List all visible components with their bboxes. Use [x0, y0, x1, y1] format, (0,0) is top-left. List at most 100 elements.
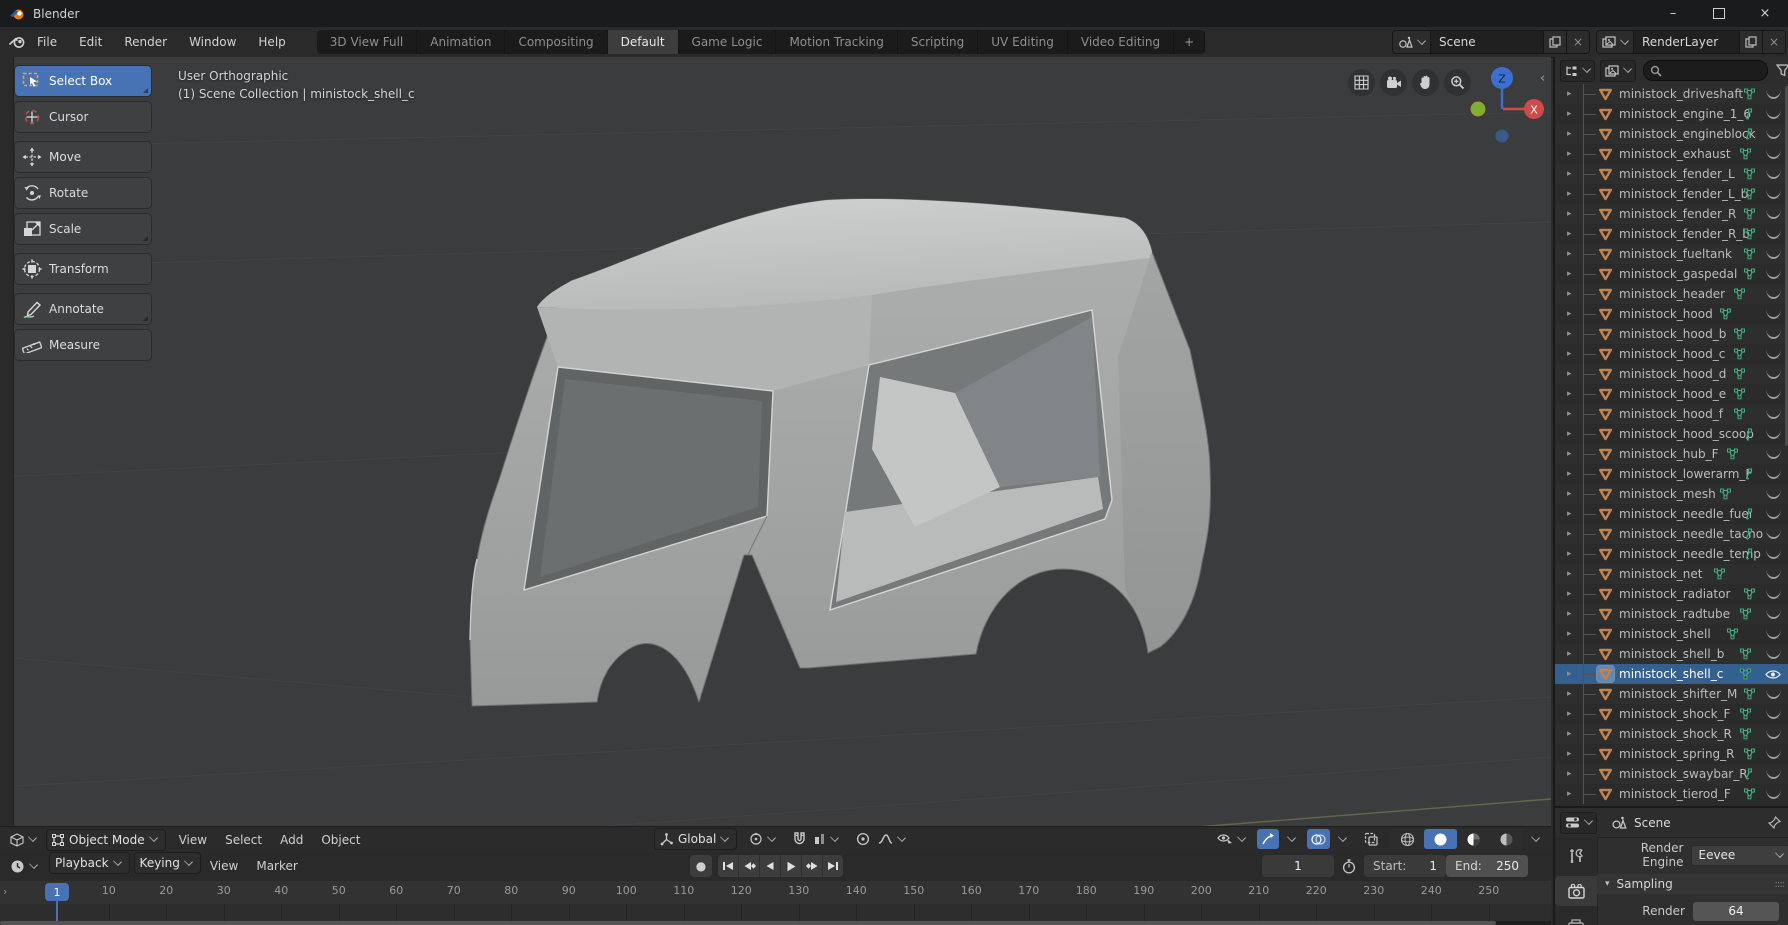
outliner-row[interactable]: ▸ministock_spring_R	[1555, 744, 1788, 764]
expand-arrow-icon[interactable]: ▸	[1567, 764, 1572, 784]
visibility-eye-closed-icon[interactable]	[1763, 404, 1783, 424]
minimize-button[interactable]: –	[1650, 0, 1696, 27]
browse-scene-button[interactable]	[1393, 31, 1431, 53]
outliner-row[interactable]: ▸ministock_header	[1555, 284, 1788, 304]
expand-arrow-icon[interactable]: ▸	[1567, 304, 1572, 324]
timeline-menu-view[interactable]: View	[201, 852, 247, 881]
tool-rotate[interactable]: Rotate	[15, 178, 151, 208]
visibility-eye-closed-icon[interactable]	[1763, 464, 1783, 484]
visibility-eye-closed-icon[interactable]	[1763, 304, 1783, 324]
copy-render-layer-button[interactable]	[1739, 31, 1762, 53]
visibility-eye-closed-icon[interactable]	[1763, 604, 1783, 624]
jump-start-button[interactable]	[718, 855, 739, 877]
tool-move[interactable]: Move	[15, 142, 151, 172]
visibility-eye-closed-icon[interactable]	[1763, 284, 1783, 304]
gizmo-y-axis[interactable]	[1470, 101, 1486, 117]
gizmo-minus-z-axis[interactable]	[1496, 130, 1509, 143]
tool-annotate[interactable]: Annotate	[15, 294, 151, 324]
blender-menu-icon[interactable]	[8, 35, 26, 49]
outliner-row[interactable]: ▸ministock_hood_f	[1555, 404, 1788, 424]
playhead[interactable]: 1	[45, 883, 69, 901]
current-frame-field[interactable]: 1	[1262, 855, 1334, 877]
expand-arrow-icon[interactable]: ▸	[1567, 164, 1572, 184]
outliner-row[interactable]: ▸ministock_shifter_M	[1555, 684, 1788, 704]
grid-view-button[interactable]	[1348, 69, 1375, 96]
window-titlebar[interactable]: Blender – ×	[0, 0, 1788, 27]
prev-frame-button[interactable]	[760, 855, 781, 877]
visibility-dropdown[interactable]	[1213, 829, 1249, 849]
visibility-eye-closed-icon[interactable]	[1763, 184, 1783, 204]
timeline-menu-playback[interactable]: Playback	[49, 852, 130, 874]
menu-file[interactable]: File	[26, 27, 68, 57]
visibility-eye-closed-icon[interactable]	[1763, 364, 1783, 384]
tool-scale[interactable]: Scale	[15, 214, 151, 244]
expand-arrow-icon[interactable]: ▸	[1567, 684, 1572, 704]
workspace-tab-game-logic[interactable]: Game Logic	[679, 30, 777, 54]
use-preview-range-button[interactable]	[1338, 856, 1360, 876]
gizmos-dropdown[interactable]	[1279, 829, 1299, 849]
tool-cursor[interactable]: Cursor	[15, 102, 151, 132]
shading-wireframe-button[interactable]	[1391, 829, 1424, 849]
frame-start-field[interactable]: Start: 1	[1364, 855, 1446, 877]
expand-arrow-icon[interactable]: ▸	[1567, 604, 1572, 624]
orientation-dropdown[interactable]: Global	[654, 828, 737, 850]
expand-arrow-icon[interactable]: ▸	[1567, 344, 1572, 364]
expand-arrow-icon[interactable]: ▸	[1567, 324, 1572, 344]
visibility-eye-closed-icon[interactable]	[1763, 484, 1783, 504]
unlink-scene-button[interactable]: ×	[1566, 31, 1589, 53]
unlink-render-layer-button[interactable]: ×	[1762, 31, 1785, 53]
expand-arrow-icon[interactable]: ▸	[1567, 84, 1572, 104]
expand-arrow-icon[interactable]: ▸	[1567, 264, 1572, 284]
falloff-dropdown[interactable]	[874, 829, 909, 849]
visibility-eye-closed-icon[interactable]	[1763, 764, 1783, 784]
visibility-eye-closed-icon[interactable]	[1763, 84, 1783, 104]
sampling-render-field[interactable]: 64	[1693, 902, 1779, 921]
expand-arrow-icon[interactable]: ▸	[1567, 624, 1572, 644]
expand-arrow-icon[interactable]: ▸	[1567, 204, 1572, 224]
viewport-menu-add[interactable]: Add	[271, 833, 312, 847]
tab-tool[interactable]	[1555, 841, 1597, 871]
new-scene-button[interactable]	[1543, 31, 1566, 53]
xray-toggle-button[interactable]	[1360, 829, 1383, 849]
visibility-eye-closed-icon[interactable]	[1763, 324, 1783, 344]
outliner-row[interactable]: ▸ministock_hood_e	[1555, 384, 1788, 404]
snap-toggle-button[interactable]	[789, 829, 810, 849]
sampling-section-header[interactable]: ▾ Sampling ::::	[1597, 874, 1788, 894]
properties-editor-type-button[interactable]	[1560, 812, 1597, 834]
workspace-tab-uv-editing[interactable]: UV Editing	[978, 30, 1068, 54]
visibility-eye-closed-icon[interactable]	[1763, 204, 1783, 224]
outliner-row[interactable]: ▸ministock_fender_L_b	[1555, 184, 1788, 204]
outliner-row[interactable]: ▸ministock_fender_L	[1555, 164, 1788, 184]
add-workspace-button[interactable]: +	[1174, 30, 1205, 54]
expand-arrow-icon[interactable]: ▸	[1567, 564, 1572, 584]
outliner-row[interactable]: ▸ministock_shock_R	[1555, 724, 1788, 744]
visibility-eye-closed-icon[interactable]	[1763, 564, 1783, 584]
menu-window[interactable]: Window	[178, 27, 247, 57]
viewport-menu-view[interactable]: View	[170, 833, 216, 847]
visibility-eye-closed-icon[interactable]	[1763, 684, 1783, 704]
gizmos-toggle-button[interactable]	[1257, 829, 1279, 849]
visibility-eye-closed-icon[interactable]	[1763, 724, 1783, 744]
prev-keyframe-button[interactable]	[739, 855, 760, 877]
playhead-line[interactable]	[56, 901, 58, 921]
menu-edit[interactable]: Edit	[68, 27, 113, 57]
timeline-ruler[interactable]: › 10203040506070809010011012013014015016…	[0, 881, 1551, 904]
workspace-tab-motion-tracking[interactable]: Motion Tracking	[776, 30, 897, 54]
scene-name[interactable]: Scene	[1431, 31, 1543, 53]
expand-arrow-icon[interactable]: ▸	[1567, 504, 1572, 524]
menu-help[interactable]: Help	[247, 27, 296, 57]
visibility-eye-closed-icon[interactable]	[1763, 544, 1783, 564]
timeline-track[interactable]	[0, 904, 1551, 921]
outliner-row[interactable]: ▸ministock_engine_1_6	[1555, 104, 1788, 124]
expand-arrow-icon[interactable]: ▸	[1567, 144, 1572, 164]
expand-arrow-icon[interactable]: ▸	[1567, 444, 1572, 464]
visibility-eye-closed-icon[interactable]	[1763, 264, 1783, 284]
navigation-gizmo[interactable]: Z X	[1462, 62, 1547, 197]
expand-arrow-icon[interactable]: ▸	[1567, 404, 1572, 424]
next-keyframe-button[interactable]	[802, 855, 823, 877]
outliner-search-input[interactable]	[1643, 60, 1768, 81]
outliner-row[interactable]: ▸ministock_hub_F	[1555, 444, 1788, 464]
outliner-row[interactable]: ▸ministock_mesh	[1555, 484, 1788, 504]
frame-end-field[interactable]: End: 250	[1446, 855, 1528, 877]
expand-arrow-icon[interactable]: ▸	[1567, 424, 1572, 444]
